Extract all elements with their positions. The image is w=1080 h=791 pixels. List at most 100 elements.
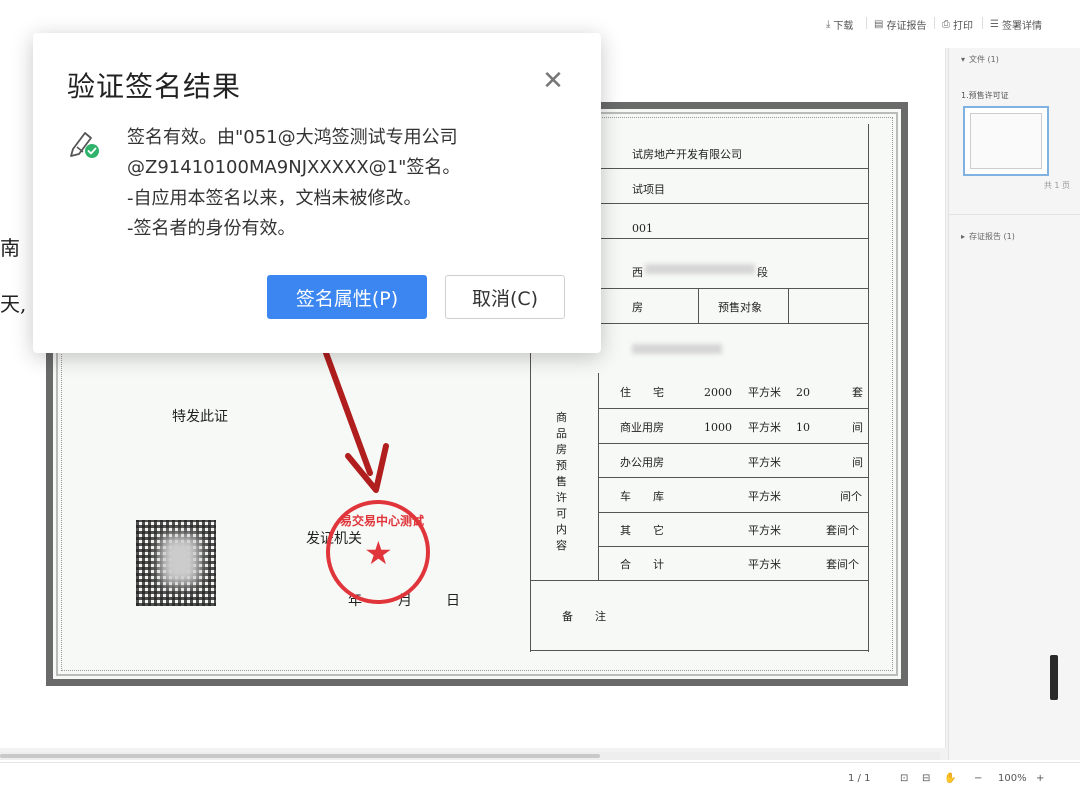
download-button[interactable]: ⤓ 下载 <box>826 17 853 32</box>
cancel-button[interactable]: 取消(C) <box>445 275 565 319</box>
annotation-arrow <box>319 339 389 493</box>
redacted-address <box>645 264 755 274</box>
row-name: 其 它 <box>620 524 664 537</box>
row-name: 商业用房 <box>620 421 664 434</box>
download-label: 下载 <box>833 21 854 32</box>
signature-details-button[interactable]: ☰ 签署详情 <box>990 17 1042 32</box>
table-line <box>600 168 868 169</box>
redacted-field <box>632 344 722 354</box>
row-name: 合 计 <box>620 558 664 571</box>
page-indicator: 1 / 1 <box>848 773 871 784</box>
zoom-out-button[interactable]: − <box>974 773 982 784</box>
report-section-toggle[interactable]: ▸ 存证报告 (1) <box>961 231 1015 242</box>
status-bar: 1 / 1 ⊡ ⊟ ✋ − 100% + <box>0 762 1080 791</box>
table-line <box>598 477 868 478</box>
caret-down-icon: ▾ <box>961 55 966 64</box>
row-name: 车 库 <box>620 490 664 503</box>
verify-signature-dialog: 验证签名结果 ✕ 签名有效。由"051@大鸿签测试专用公司 @Z91410100… <box>33 33 601 353</box>
signature-properties-button[interactable]: 签名属性(P) <box>267 275 427 319</box>
row-unit2: 套间个 <box>826 524 859 537</box>
signature-details-label: 签署详情 <box>1001 21 1042 32</box>
print-icon: ⎙ <box>942 19 950 30</box>
dialog-title: 验证签名结果 <box>67 70 242 103</box>
divider <box>949 214 1080 215</box>
row-unit2: 间 <box>852 456 863 469</box>
message-line: @Z91410100MA9NJXXXXX@1"签名。 <box>127 157 461 178</box>
row-unit2: 间个 <box>840 490 862 503</box>
table-line <box>600 238 868 239</box>
panel-handle[interactable] <box>1050 655 1058 700</box>
print-button[interactable]: ⎙ 打印 <box>942 17 973 32</box>
report-icon: ▤ <box>874 19 884 30</box>
seal-text: 易交易中心测试 <box>340 514 425 528</box>
row-unit: 平方米 <box>748 524 781 537</box>
save-report-label: 存证报告 <box>886 21 927 32</box>
message-line: 签名有效。由"051@大鸿签测试专用公司 <box>127 127 458 148</box>
row-count: 20 <box>796 386 810 399</box>
save-report-button[interactable]: ▤ 存证报告 <box>874 17 926 32</box>
file-name: 1.预售许可证 <box>961 91 1009 100</box>
table-line <box>698 288 699 323</box>
project-value: 试项目 <box>632 183 665 196</box>
signature-valid-icon <box>70 132 99 158</box>
house-type-value: 房 <box>632 301 643 314</box>
left-edge-text: 天, <box>0 292 27 316</box>
horizontal-scrollbar[interactable] <box>0 752 940 760</box>
close-icon[interactable]: ✕ <box>539 67 567 95</box>
row-area: 2000 <box>704 386 732 399</box>
toolbar-divider <box>982 17 983 29</box>
toolbar-divider <box>934 17 935 29</box>
qr-redaction <box>160 535 200 585</box>
page-count: 共 1 页 <box>1043 181 1070 190</box>
row-unit2: 套间个 <box>826 558 859 571</box>
table-line <box>598 408 868 409</box>
table-line <box>600 323 868 324</box>
print-label: 打印 <box>953 21 973 32</box>
number-value: 001 <box>632 222 653 235</box>
zoom-in-button[interactable]: + <box>1036 773 1044 784</box>
table-line <box>530 650 868 651</box>
address-prefix: 西 <box>632 266 643 279</box>
row-name: 办公用房 <box>620 456 664 469</box>
table-line <box>530 580 868 581</box>
report-label: 存证报告 (1) <box>969 232 1015 241</box>
table-line <box>598 512 868 513</box>
list-icon: ☰ <box>990 19 999 30</box>
row-unit: 平方米 <box>748 490 781 503</box>
remarks-label: 备 注 <box>562 610 606 623</box>
address-suffix: 段 <box>757 266 768 279</box>
table-line <box>598 443 868 444</box>
row-unit: 平方米 <box>748 456 781 469</box>
row-unit2: 间 <box>852 421 863 434</box>
company-value: 试房地产开发有限公司 <box>632 148 742 161</box>
table-line <box>598 546 868 547</box>
thumbnail-preview <box>970 113 1042 169</box>
table-line <box>600 288 868 289</box>
download-icon: ⤓ <box>826 19 831 30</box>
hand-tool-icon[interactable]: ✋ <box>944 773 956 784</box>
right-panel: ▾ 文件 (1) 1.预售许可证 共 1 页 ▸ 存证报告 (1) <box>948 48 1080 760</box>
special-cert-text: 特发此证 <box>172 409 228 425</box>
presale-target-label: 预售对象 <box>718 301 762 314</box>
table-line <box>600 203 868 204</box>
row-unit: 平方米 <box>748 558 781 571</box>
row-unit2: 套 <box>852 386 863 399</box>
row-name: 住 宅 <box>620 386 664 399</box>
star-icon: ★ <box>364 534 393 572</box>
files-section-toggle[interactable]: ▾ 文件 (1) <box>961 54 999 65</box>
row-unit: 平方米 <box>748 421 781 434</box>
message-line: -自应用本签名以来，文档未被修改。 <box>127 188 422 209</box>
row-count: 10 <box>796 421 810 434</box>
day-label: 日 <box>446 593 460 609</box>
row-area: 1000 <box>704 421 732 434</box>
fit-width-icon[interactable]: ⊟ <box>922 773 930 784</box>
scrollbar-thumb[interactable] <box>0 754 600 758</box>
page-thumbnail[interactable] <box>963 106 1049 176</box>
caret-right-icon: ▸ <box>961 232 966 241</box>
presale-content-label: 商品房预售许可内容 <box>556 411 567 552</box>
fit-page-icon[interactable]: ⊡ <box>900 773 908 784</box>
left-edge-text: 南 <box>0 236 20 260</box>
message-line: -签名者的身份有效。 <box>127 218 296 239</box>
files-label: 文件 (1) <box>969 55 999 64</box>
table-line <box>868 124 869 652</box>
